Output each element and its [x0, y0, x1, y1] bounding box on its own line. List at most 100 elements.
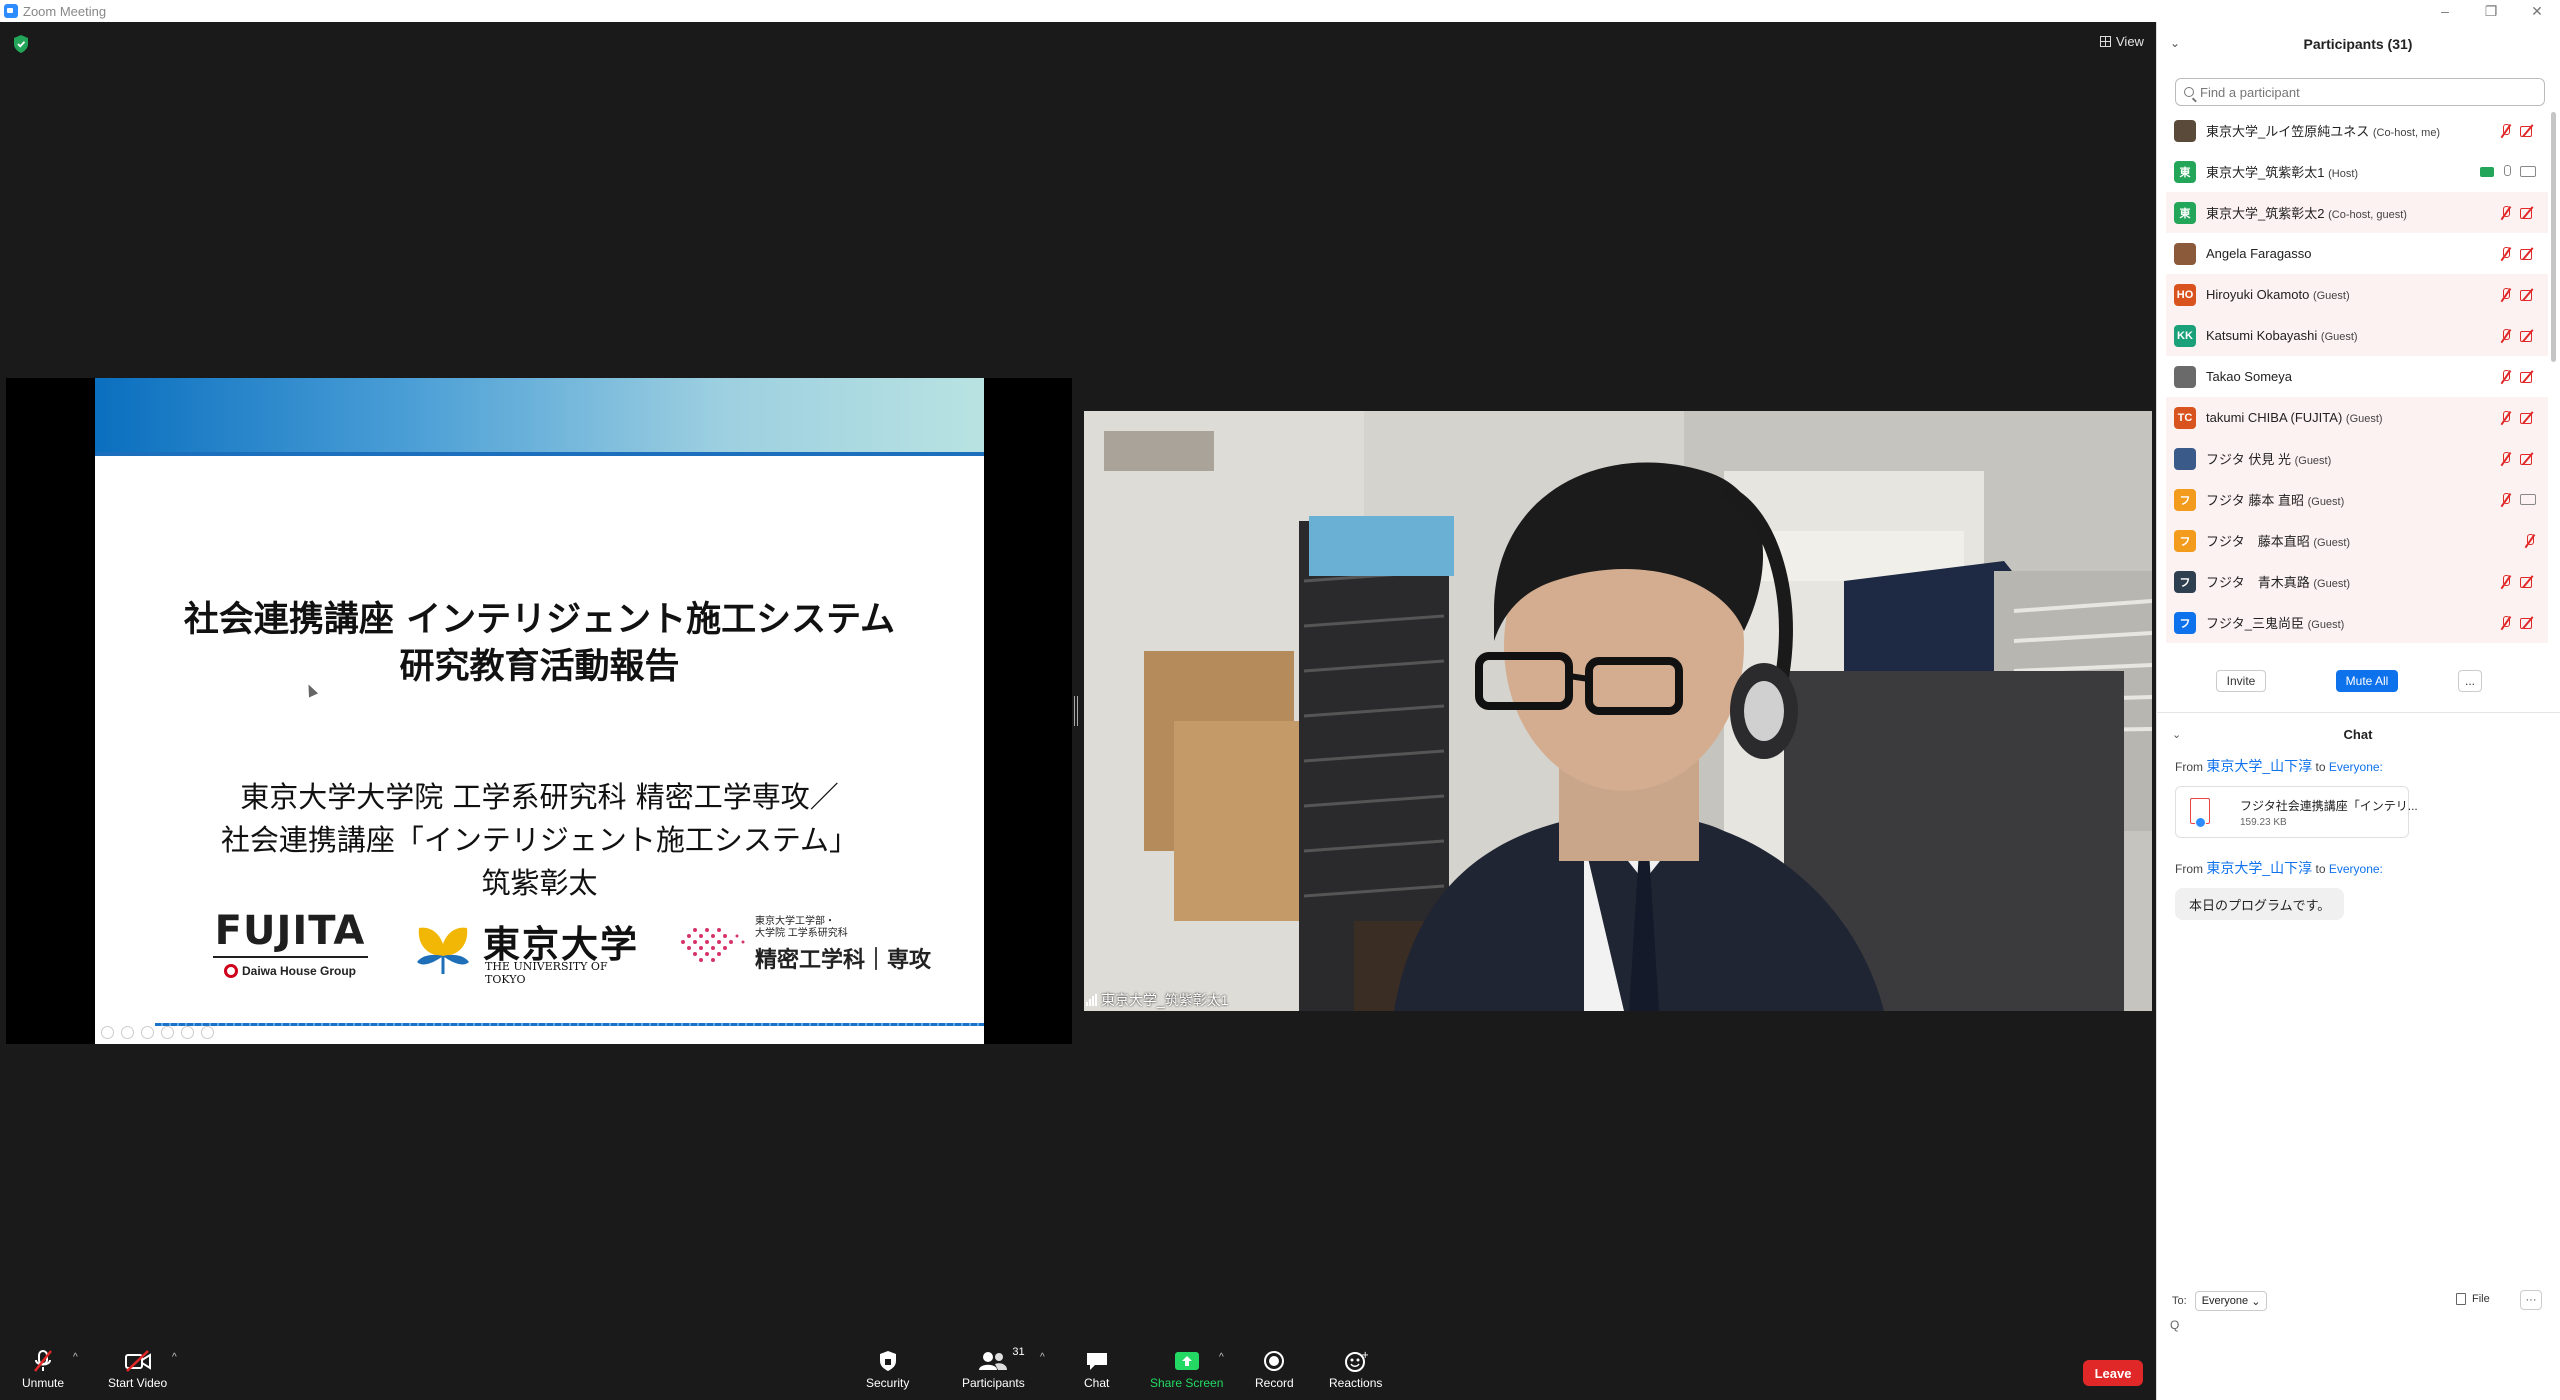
share-screen-button[interactable]: Share Screen: [1150, 1348, 1223, 1390]
participant-status-icons: [2500, 492, 2536, 507]
participant-row[interactable]: Angela Faragasso: [2166, 233, 2548, 274]
mute-all-button[interactable]: Mute All: [2336, 670, 2398, 692]
window-controls: – ❐ ✕: [2422, 3, 2560, 20]
mic-muted-icon: [2524, 533, 2536, 548]
video-off-icon: [2520, 617, 2536, 629]
ginkgo-icon: [417, 927, 469, 974]
audio-options-caret[interactable]: ^: [73, 1352, 78, 1363]
mic-muted-icon: [2500, 615, 2512, 630]
view-label: View: [2116, 34, 2144, 49]
share-options-caret[interactable]: ^: [1219, 1352, 1224, 1363]
participant-status-icons: [2500, 205, 2536, 220]
participant-name: takumi CHIBA (FUJITA) (Guest): [2206, 410, 2383, 425]
video-off-icon: [2520, 248, 2536, 260]
share-screen-icon: [1174, 1352, 1199, 1370]
participant-row[interactable]: フジタ 伏見 光 (Guest): [2166, 438, 2548, 479]
participants-button[interactable]: 31 Participants: [962, 1346, 1025, 1390]
video-options-caret[interactable]: ^: [172, 1352, 177, 1363]
video-name-label: 東京大学_筑紫彰太1: [1086, 990, 1229, 1010]
slide-progress-line: [155, 1023, 984, 1026]
start-video-button[interactable]: Start Video: [108, 1348, 167, 1390]
avatar: [2174, 119, 2196, 142]
chat-sender[interactable]: 東京大学_山下淳: [2206, 860, 2312, 876]
participant-row[interactable]: フフジタ 藤本直昭 (Guest): [2166, 520, 2548, 561]
leave-button[interactable]: Leave: [2083, 1360, 2143, 1386]
chat-file-attachment[interactable]: フジタ社会連携講座「インテリ... 159.23 KB: [2175, 786, 2418, 838]
video-off-icon: [2520, 330, 2536, 342]
avatar: 東: [2174, 160, 2196, 183]
window-title: Zoom Meeting: [23, 3, 107, 19]
participant-row[interactable]: 東東京大学_筑紫彰太1 (Host): [2166, 151, 2548, 192]
video-frame: [1084, 411, 2152, 1011]
mic-muted-icon: [2500, 574, 2512, 589]
participant-list-scrollbar[interactable]: [2551, 112, 2556, 362]
minimize-button[interactable]: –: [2422, 3, 2468, 20]
participant-row[interactable]: フフジタ_三鬼尚臣 (Guest): [2166, 602, 2548, 643]
mic-icon: [2502, 164, 2512, 179]
close-button[interactable]: ✕: [2514, 3, 2560, 20]
participant-status-icons: [2524, 533, 2536, 548]
participant-row[interactable]: HO Hiroyuki Okamoto (Guest): [2166, 274, 2548, 315]
participant-role-tag: (Co-host, guest): [2328, 209, 2407, 221]
participant-row[interactable]: フフジタ 青木真路 (Guest): [2166, 561, 2548, 602]
recipient-select[interactable]: Everyone ⌄: [2194, 1291, 2268, 1311]
reactions-button[interactable]: + Reactions: [1329, 1348, 1382, 1390]
chat-recipient: Everyone:: [2328, 760, 2383, 774]
search-icon: [2184, 87, 2194, 97]
more-options-button[interactable]: ...: [2458, 670, 2482, 692]
chat-sender[interactable]: 東京大学_山下淳: [2206, 758, 2312, 774]
participant-name: フジタ 伏見 光 (Guest): [2206, 452, 2332, 467]
participant-video-tile[interactable]: [1084, 411, 2152, 1011]
video-off-icon: [2520, 207, 2536, 219]
participant-status-icons: [2500, 287, 2536, 302]
invite-button[interactable]: Invite: [2216, 670, 2266, 692]
dept-small-text: 東京大学工学部・ 大学院 工学系研究科: [755, 916, 848, 939]
unmute-button[interactable]: Unmute: [22, 1348, 64, 1390]
participant-actions: Invite Mute All ...: [2156, 670, 2560, 700]
participant-row[interactable]: Takao Someya: [2166, 356, 2548, 397]
prev-icon: [101, 1026, 114, 1039]
participant-row[interactable]: フフジタ 藤本 直昭 (Guest): [2166, 479, 2548, 520]
avatar: フ: [2174, 570, 2196, 593]
participant-name: フジタ 青木真路 (Guest): [2206, 575, 2351, 590]
chat-message-header: From 東京大学_山下淳 to Everyone:: [2175, 860, 2383, 876]
svg-text:+: +: [1361, 1350, 1368, 1361]
participant-status-icons: [2500, 369, 2536, 384]
participant-role-tag: (Guest): [2294, 455, 2332, 467]
mic-muted-icon: [2500, 369, 2512, 384]
mic-muted-icon: [2500, 410, 2512, 425]
participant-status-icons: [2500, 123, 2536, 138]
video-icon: [2520, 494, 2536, 505]
participant-role-tag: (Guest): [2307, 619, 2345, 631]
record-button[interactable]: Record: [1255, 1348, 1294, 1390]
split-divider-handle[interactable]: [1074, 696, 1078, 726]
avatar: KK: [2174, 324, 2196, 347]
mic-muted-icon: [2500, 123, 2512, 138]
utokyo-logo: 東京大学 THE UNIVERSITY OF TOKYO: [413, 914, 643, 986]
participants-options-caret[interactable]: ^: [1040, 1352, 1045, 1363]
chat-message-input[interactable]: Q: [2170, 1318, 2546, 1342]
slide-title-line2: 研究教育活動報告: [399, 647, 680, 687]
file-name: フジタ社会連携講座「インテリ...: [2240, 799, 2418, 813]
grid-view-icon: [2100, 36, 2111, 47]
security-button[interactable]: Security: [866, 1348, 909, 1390]
participant-role-tag: (Co-host, me): [2372, 127, 2441, 139]
chat-recipient: Everyone:: [2328, 862, 2383, 876]
chat-more-button[interactable]: ···: [2520, 1290, 2542, 1310]
encryption-shield-icon[interactable]: [12, 34, 30, 54]
video-off-icon: [2520, 453, 2536, 465]
participant-row[interactable]: KK Katsumi Kobayashi (Guest): [2166, 315, 2548, 356]
participant-name: 東京大学_ルイ笠原純ユネス (Co-host, me): [2206, 124, 2441, 139]
maximize-button[interactable]: ❐: [2468, 3, 2514, 20]
chat-button[interactable]: Chat: [1084, 1348, 1109, 1390]
send-file-button[interactable]: File: [2456, 1293, 2490, 1305]
find-participant-input[interactable]: Find a participant: [2175, 78, 2545, 106]
dot-grid-icon: [681, 928, 745, 962]
view-button[interactable]: View: [2100, 34, 2144, 49]
participant-row[interactable]: 東東京大学_筑紫彰太2 (Co-host, guest): [2166, 192, 2548, 233]
participant-role-tag: (Guest): [2345, 413, 2383, 425]
participant-row[interactable]: 東京大学_ルイ笠原純ユネス (Co-host, me): [2166, 110, 2548, 151]
participant-name: Hiroyuki Okamoto (Guest): [2206, 287, 2350, 302]
chat-message-header: From 東京大学_山下淳 to Everyone:: [2175, 758, 2383, 774]
participant-row[interactable]: TC takumi CHIBA (FUJITA) (Guest): [2166, 397, 2548, 438]
